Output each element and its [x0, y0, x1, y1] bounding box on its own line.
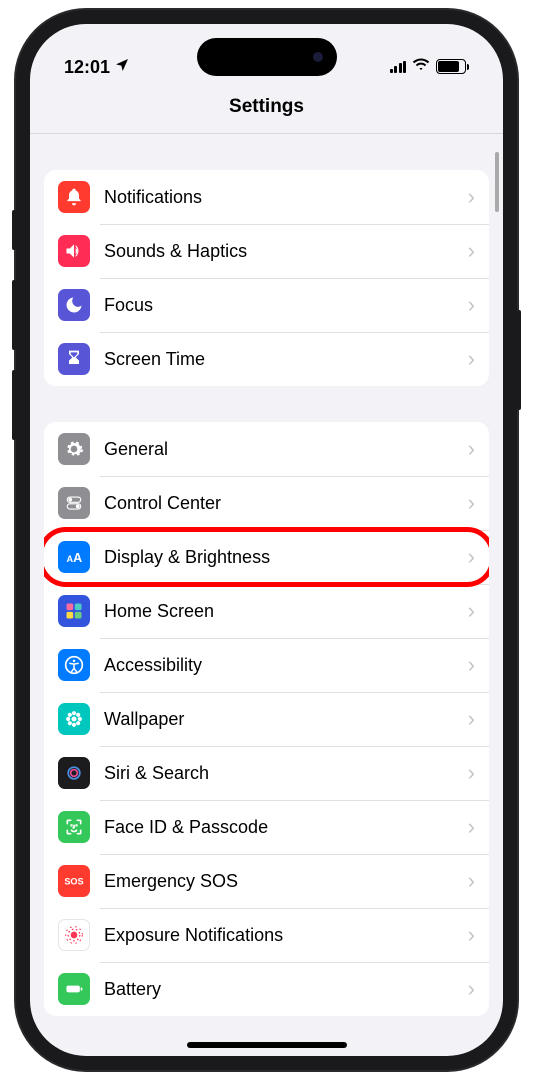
settings-row-accessibility[interactable]: Accessibility›: [44, 638, 489, 692]
accessibility-icon: [58, 649, 90, 681]
page-title: Settings: [229, 96, 304, 118]
row-label: Battery: [104, 979, 468, 1000]
settings-row-wallpaper[interactable]: Wallpaper›: [44, 692, 489, 746]
chevron-right-icon: ›: [468, 922, 475, 948]
chevron-right-icon: ›: [468, 706, 475, 732]
row-label: Exposure Notifications: [104, 925, 468, 946]
side-button: [517, 310, 521, 410]
text-size-icon: AA: [58, 541, 90, 573]
chevron-right-icon: ›: [468, 238, 475, 264]
speaker-icon: [58, 235, 90, 267]
dynamic-island: [197, 38, 337, 76]
settings-row-display-brightness[interactable]: AA Display & Brightness›: [44, 530, 489, 584]
row-label: General: [104, 439, 468, 460]
toggles-icon: [58, 487, 90, 519]
battery-icon: [58, 973, 90, 1005]
flower-icon: [58, 703, 90, 735]
settings-row-face-id-passcode[interactable]: Face ID & Passcode›: [44, 800, 489, 854]
status-time: 12:01: [64, 57, 110, 78]
sos-icon: SOS: [58, 865, 90, 897]
svg-text:SOS: SOS: [64, 877, 83, 887]
chevron-right-icon: ›: [468, 184, 475, 210]
location-arrow-icon: [114, 57, 130, 78]
row-label: Display & Brightness: [104, 547, 468, 568]
settings-row-control-center[interactable]: Control Center›: [44, 476, 489, 530]
chevron-right-icon: ›: [468, 490, 475, 516]
hourglass-icon: [58, 343, 90, 375]
svg-text:A: A: [73, 551, 82, 565]
bell-icon: [58, 181, 90, 213]
chevron-right-icon: ›: [468, 760, 475, 786]
cellular-signal-icon: [390, 61, 407, 73]
row-label: Home Screen: [104, 601, 468, 622]
row-label: Sounds & Haptics: [104, 241, 468, 262]
wifi-icon: [412, 55, 430, 78]
chevron-right-icon: ›: [468, 346, 475, 372]
moon-icon: [58, 289, 90, 321]
nav-header: Settings: [30, 80, 503, 134]
row-label: Accessibility: [104, 655, 468, 676]
screen: 12:01 80 Settings Notifications›Sou: [30, 24, 503, 1056]
row-label: Screen Time: [104, 349, 468, 370]
grid-icon: [58, 595, 90, 627]
exposure-icon: [58, 919, 90, 951]
chevron-right-icon: ›: [468, 598, 475, 624]
settings-group: Notifications›Sounds & Haptics›Focus›Scr…: [44, 170, 489, 386]
row-label: Wallpaper: [104, 709, 468, 730]
row-label: Notifications: [104, 187, 468, 208]
settings-row-battery[interactable]: Battery›: [44, 962, 489, 1016]
chevron-right-icon: ›: [468, 868, 475, 894]
settings-row-focus[interactable]: Focus›: [44, 278, 489, 332]
siri-icon: [58, 757, 90, 789]
chevron-right-icon: ›: [468, 544, 475, 570]
chevron-right-icon: ›: [468, 436, 475, 462]
battery-percent: 80: [445, 61, 457, 73]
side-button: [12, 370, 16, 440]
row-label: Focus: [104, 295, 468, 316]
home-indicator[interactable]: [187, 1042, 347, 1048]
iphone-frame: 12:01 80 Settings Notifications›Sou: [16, 10, 517, 1070]
settings-row-siri-search[interactable]: Siri & Search›: [44, 746, 489, 800]
settings-row-notifications[interactable]: Notifications›: [44, 170, 489, 224]
chevron-right-icon: ›: [468, 976, 475, 1002]
battery-indicator: 80: [436, 59, 469, 74]
settings-row-emergency-sos[interactable]: SOS Emergency SOS›: [44, 854, 489, 908]
row-label: Siri & Search: [104, 763, 468, 784]
row-label: Face ID & Passcode: [104, 817, 468, 838]
settings-group: General›Control Center›AADisplay & Brigh…: [44, 422, 489, 1016]
settings-content[interactable]: Notifications›Sounds & Haptics›Focus›Scr…: [30, 134, 503, 1056]
chevron-right-icon: ›: [468, 292, 475, 318]
scroll-indicator[interactable]: [495, 152, 499, 212]
settings-row-general[interactable]: General›: [44, 422, 489, 476]
row-label: Control Center: [104, 493, 468, 514]
chevron-right-icon: ›: [468, 652, 475, 678]
side-button: [12, 210, 16, 250]
settings-row-sounds-haptics[interactable]: Sounds & Haptics›: [44, 224, 489, 278]
settings-row-screen-time[interactable]: Screen Time›: [44, 332, 489, 386]
row-label: Emergency SOS: [104, 871, 468, 892]
settings-row-exposure-notifications[interactable]: Exposure Notifications›: [44, 908, 489, 962]
face-id-icon: [58, 811, 90, 843]
chevron-right-icon: ›: [468, 814, 475, 840]
settings-row-home-screen[interactable]: Home Screen›: [44, 584, 489, 638]
gear-icon: [58, 433, 90, 465]
side-button: [12, 280, 16, 350]
